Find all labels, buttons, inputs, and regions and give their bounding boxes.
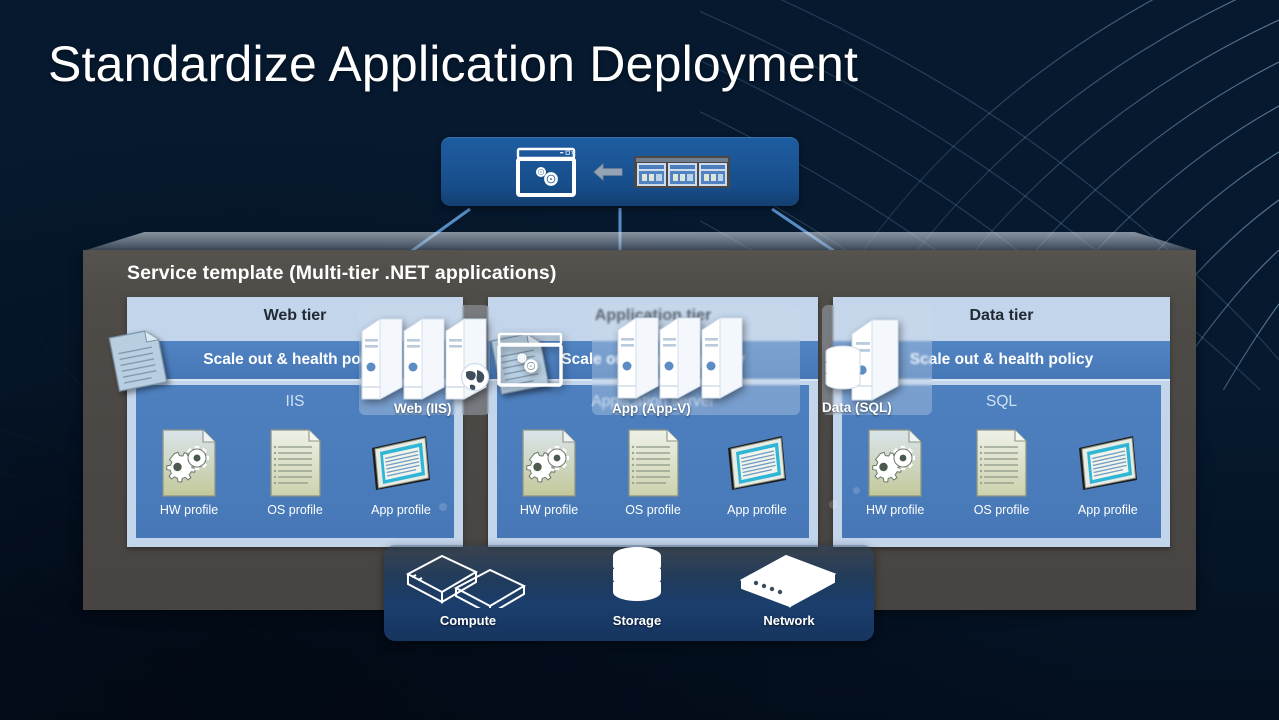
server-database-icon bbox=[825, 319, 899, 401]
service-template-label: Service template (Multi-tier .NET applic… bbox=[127, 262, 557, 284]
frame-top-bevel bbox=[83, 232, 1196, 251]
window-gears-icon bbox=[516, 147, 576, 197]
database-cylinder-icon bbox=[613, 547, 661, 601]
network-switch-icon bbox=[739, 554, 837, 608]
policy-label-data: Scale out & health policy bbox=[909, 351, 1094, 368]
profile-item[interactable]: OS profile bbox=[248, 427, 342, 517]
server-label-data: Data (SQL) bbox=[822, 400, 892, 415]
server-label-web: Web (IIS) bbox=[394, 401, 452, 416]
infra-item-storage[interactable]: Storage bbox=[592, 542, 682, 628]
tier-thumbnail-icon bbox=[634, 155, 730, 188]
profile-item[interactable]: App profile bbox=[710, 427, 804, 517]
lined-document-icon bbox=[248, 427, 342, 499]
profile-item[interactable]: HW profile bbox=[848, 427, 942, 517]
server-chassis-icon bbox=[405, 554, 527, 616]
profile-label: OS profile bbox=[973, 503, 1030, 517]
decor-dot bbox=[829, 500, 838, 509]
arrow-left-icon bbox=[593, 162, 623, 181]
profile-list-data: HW profile OS profile App profile bbox=[842, 427, 1161, 517]
server-label-application: App (App-V) bbox=[612, 401, 691, 416]
gears-document-icon bbox=[848, 427, 942, 499]
profile-label: App profile bbox=[371, 503, 431, 517]
profile-label: HW profile bbox=[519, 503, 579, 517]
infra-label: Network bbox=[763, 613, 815, 628]
infra-label: Storage bbox=[612, 613, 662, 628]
app-window-icon bbox=[710, 427, 804, 499]
profile-label: HW profile bbox=[159, 503, 219, 517]
profile-label: OS profile bbox=[625, 503, 681, 517]
profile-item[interactable]: OS profile bbox=[606, 427, 700, 517]
gears-document-icon bbox=[142, 427, 236, 499]
profile-label: OS profile bbox=[267, 503, 323, 517]
console-box[interactable] bbox=[441, 137, 799, 206]
infra-item-network[interactable]: Network bbox=[730, 550, 848, 628]
profile-label: HW profile bbox=[865, 503, 925, 517]
profile-item[interactable]: OS profile bbox=[954, 427, 1048, 517]
profile-label: App profile bbox=[1077, 503, 1138, 517]
decor-dot bbox=[439, 503, 447, 511]
appv-window-icon bbox=[497, 332, 563, 387]
profile-list-web: HW profile OS profile App profile bbox=[136, 427, 454, 517]
infra-label: Compute bbox=[439, 613, 497, 628]
infra-item-compute[interactable]: Compute bbox=[398, 552, 538, 628]
lined-document-icon bbox=[606, 427, 700, 499]
profile-list-application: HW profile OS profile App profile bbox=[497, 427, 809, 517]
gears-document-icon bbox=[502, 427, 596, 499]
decor-dot bbox=[853, 487, 860, 494]
floating-document-icon-web bbox=[108, 330, 168, 392]
profile-item[interactable]: App profile bbox=[1061, 427, 1155, 517]
profile-item[interactable]: HW profile bbox=[502, 427, 596, 517]
server-stack-appv-icon bbox=[617, 317, 743, 399]
page-title: Standardize Application Deployment bbox=[48, 36, 859, 92]
lined-document-icon bbox=[954, 427, 1048, 499]
profile-item[interactable]: HW profile bbox=[142, 427, 236, 517]
app-window-icon bbox=[1061, 427, 1155, 499]
profile-item[interactable]: App profile bbox=[354, 427, 448, 517]
server-stack-globe-icon bbox=[361, 318, 490, 400]
app-window-icon bbox=[354, 427, 448, 499]
profile-label: App profile bbox=[727, 503, 787, 517]
